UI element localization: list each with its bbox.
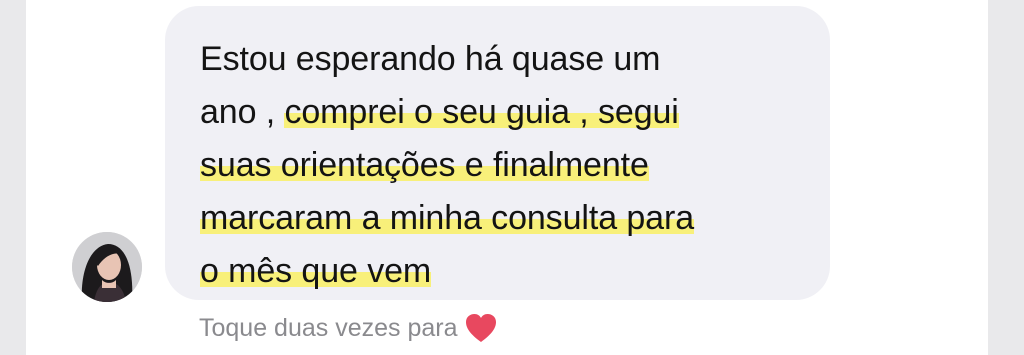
heart-icon[interactable] xyxy=(464,312,498,344)
message-line: marcaram a minha consulta para xyxy=(200,192,820,245)
double-tap-hint-label: Toque duas vezes para xyxy=(199,313,458,342)
message-line: o mês que vem xyxy=(200,245,820,298)
double-tap-hint[interactable]: Toque duas vezes para xyxy=(199,312,498,344)
message-text-segment: ano , xyxy=(200,93,285,131)
left-margin xyxy=(0,0,26,355)
message-text-segment: Estou esperando há quase um xyxy=(200,40,661,78)
message-line: Estou esperando há quase um xyxy=(200,33,820,86)
highlighted-text: suas orientações e finalmente xyxy=(200,146,649,184)
message-text: Estou esperando há quase um ano , compre… xyxy=(200,33,820,298)
highlighted-text: o mês que vem xyxy=(200,252,432,290)
sender-avatar[interactable] xyxy=(72,232,142,302)
avatar-image xyxy=(72,232,142,302)
highlighted-text: comprei o seu guia , segui xyxy=(284,93,679,131)
message-line: suas orientações e finalmente xyxy=(200,139,820,192)
message-line: ano , comprei o seu guia , segui xyxy=(200,86,820,139)
highlighted-text: marcaram a minha consulta para xyxy=(200,199,695,237)
right-margin xyxy=(988,0,1024,355)
